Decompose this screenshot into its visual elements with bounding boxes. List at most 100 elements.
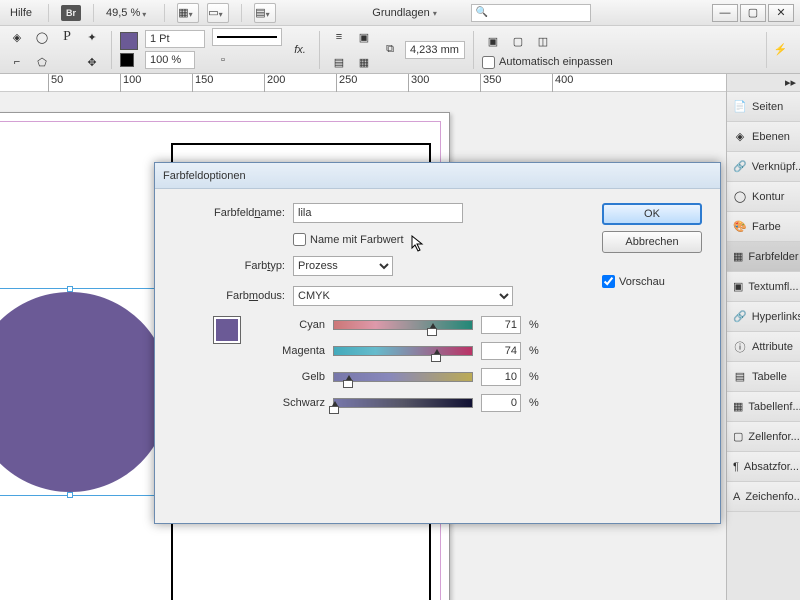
chevron-down-icon xyxy=(433,7,443,17)
panel-label: Ebenen xyxy=(752,131,790,143)
maximize-button[interactable]: ▢ xyxy=(740,4,766,22)
textwrap-none[interactable]: ≡ xyxy=(328,26,350,48)
textwrap-around[interactable]: ▣ xyxy=(353,26,375,48)
ruler-tick: 200 xyxy=(264,74,285,92)
colormode-select[interactable]: CMYK xyxy=(293,286,513,306)
textwrap-skip[interactable]: ▦ xyxy=(353,51,375,73)
yellow-label: Gelb xyxy=(255,371,325,383)
magenta-value[interactable] xyxy=(481,342,521,360)
cyan-slider[interactable] xyxy=(333,320,473,330)
chevron-down-icon xyxy=(266,8,276,18)
fit-prop[interactable]: ◫ xyxy=(532,31,554,53)
panel-label: Absatzfor... xyxy=(744,461,799,473)
tool-corner[interactable]: ⌐ xyxy=(6,51,28,73)
panel-label: Farbe xyxy=(752,221,781,233)
preview-checkbox[interactable] xyxy=(602,275,615,288)
tool-type[interactable]: P xyxy=(56,26,78,48)
preview-checkbox-row[interactable]: Vorschau xyxy=(602,275,702,288)
opacity-field[interactable]: 100 % xyxy=(145,51,195,69)
bridge-button[interactable]: Br xyxy=(61,5,81,21)
panel-item-hyperlinks[interactable]: 🔗Hyperlinks xyxy=(727,302,800,332)
tool-spacer[interactable] xyxy=(56,51,78,73)
tool-ellipse[interactable]: ◯ xyxy=(31,26,53,48)
slider-thumb[interactable] xyxy=(427,328,437,336)
black-value[interactable] xyxy=(481,394,521,412)
fx-button[interactable]: fx. xyxy=(289,39,311,61)
ruler-tick: 150 xyxy=(192,74,213,92)
panel-item-zellenfor[interactable]: ▢Zellenfor... xyxy=(727,422,800,452)
search-input[interactable]: 🔍 xyxy=(471,4,591,22)
help-menu[interactable]: Hilfe xyxy=(6,5,36,21)
panel-icon: ⓘ xyxy=(733,340,747,354)
panel-item-farbe[interactable]: 🎨 Farbe xyxy=(727,212,800,242)
cursor-icon xyxy=(411,235,425,253)
close-button[interactable]: ✕ xyxy=(768,4,794,22)
name-with-value-checkbox[interactable] xyxy=(293,233,306,246)
panel-item-verknpf[interactable]: 🔗Verknüpf... xyxy=(727,152,800,182)
magenta-slider[interactable] xyxy=(333,346,473,356)
frame-crop[interactable]: ⧉ xyxy=(379,39,401,61)
selection-handle[interactable] xyxy=(67,492,73,498)
arrange-button[interactable]: ▤ xyxy=(254,3,276,23)
textwrap-jump[interactable]: ▤ xyxy=(328,51,350,73)
panel-item-seiten[interactable]: 📄Seiten xyxy=(727,92,800,122)
workspace-switcher[interactable]: Grundlagen xyxy=(372,7,443,19)
selection-handle[interactable] xyxy=(67,286,73,292)
panel-item-tabellenf[interactable]: ▦Tabellenf... xyxy=(727,392,800,422)
effects-button[interactable]: ▫ xyxy=(212,49,234,71)
panel-item-kontur[interactable]: ◯Kontur xyxy=(727,182,800,212)
panel-collapse[interactable]: ▸▸ xyxy=(727,74,800,92)
fit-content[interactable]: ▣ xyxy=(482,31,504,53)
yellow-value[interactable] xyxy=(481,368,521,386)
panel-item-farbfelder[interactable]: ▦Farbfelder xyxy=(727,242,800,272)
ok-button[interactable]: OK xyxy=(602,203,702,225)
screen-icon: ▭ xyxy=(208,6,218,19)
tool-anchor[interactable]: ◈ xyxy=(6,26,28,48)
panel-item-tabelle[interactable]: ▤Tabelle xyxy=(727,362,800,392)
panel-item-ebenen[interactable]: ◈Ebenen xyxy=(727,122,800,152)
pct: % xyxy=(529,397,539,409)
screen-mode-button[interactable]: ▭ xyxy=(207,3,229,23)
yellow-slider[interactable] xyxy=(333,372,473,382)
zoom-dropdown[interactable]: 49,5 % xyxy=(106,7,152,19)
colortype-select[interactable]: Prozess xyxy=(293,256,393,276)
frame-value-field[interactable]: 4,233 mm xyxy=(405,41,465,59)
panel-label: Verknüpf... xyxy=(752,161,800,173)
panel-label: Zellenfor... xyxy=(748,431,799,443)
ruler-tick: 350 xyxy=(480,74,501,92)
minimize-button[interactable]: — xyxy=(712,4,738,22)
slider-thumb[interactable] xyxy=(329,406,339,414)
view-options-button[interactable]: ▦ xyxy=(177,3,199,23)
selection-bounds xyxy=(0,288,174,496)
swatchname-input[interactable] xyxy=(293,203,463,223)
panel-item-attribute[interactable]: ⓘAttribute xyxy=(727,332,800,362)
control-toolbar: ◈ ◯ P ✦ ⌐ ⬠ ✥ 1 Pt 100 % ▫ fx. ≡▣ ▤▦ ⧉ 4… xyxy=(0,26,800,74)
panel-item-zeichenfo[interactable]: AZeichenfo... xyxy=(727,482,800,512)
minimize-icon: — xyxy=(720,7,731,19)
fit-frame[interactable]: ▢ xyxy=(507,31,529,53)
panel-icon: ¶ xyxy=(733,460,739,474)
slider-thumb[interactable] xyxy=(431,354,441,362)
tool-anchor2[interactable]: ✥ xyxy=(81,51,103,73)
cyan-value[interactable] xyxy=(481,316,521,334)
quick-apply-button[interactable]: ⚡ xyxy=(766,32,794,68)
dialog-titlebar[interactable]: Farbfeldoptionen xyxy=(155,163,720,189)
stroke-weight-field[interactable]: 1 Pt xyxy=(145,30,205,48)
tool-polygon[interactable]: ⬠ xyxy=(31,51,53,73)
fill-swatch[interactable] xyxy=(120,32,138,50)
stroke-swatch[interactable] xyxy=(120,53,134,67)
panel-item-textumfl[interactable]: ▣Textumfl... xyxy=(727,272,800,302)
slider-thumb[interactable] xyxy=(343,380,353,388)
tool-star[interactable]: ✦ xyxy=(81,26,103,48)
panel-label: Seiten xyxy=(752,101,783,113)
panel-dock: ▸▸ 📄Seiten◈Ebenen🔗Verknüpf...◯Kontur🎨Far… xyxy=(726,74,800,600)
color-preview-swatch xyxy=(213,316,241,344)
stroke-style[interactable] xyxy=(212,28,282,46)
panel-icon: 🎨 xyxy=(733,220,747,234)
panel-icon: ▦ xyxy=(733,250,743,264)
autofit-checkbox[interactable] xyxy=(482,56,495,69)
magenta-label: Magenta xyxy=(255,345,325,357)
panel-item-absatzfor[interactable]: ¶ Absatzfor... xyxy=(727,452,800,482)
black-slider[interactable] xyxy=(333,398,473,408)
panel-icon: 🔗 xyxy=(733,310,747,324)
